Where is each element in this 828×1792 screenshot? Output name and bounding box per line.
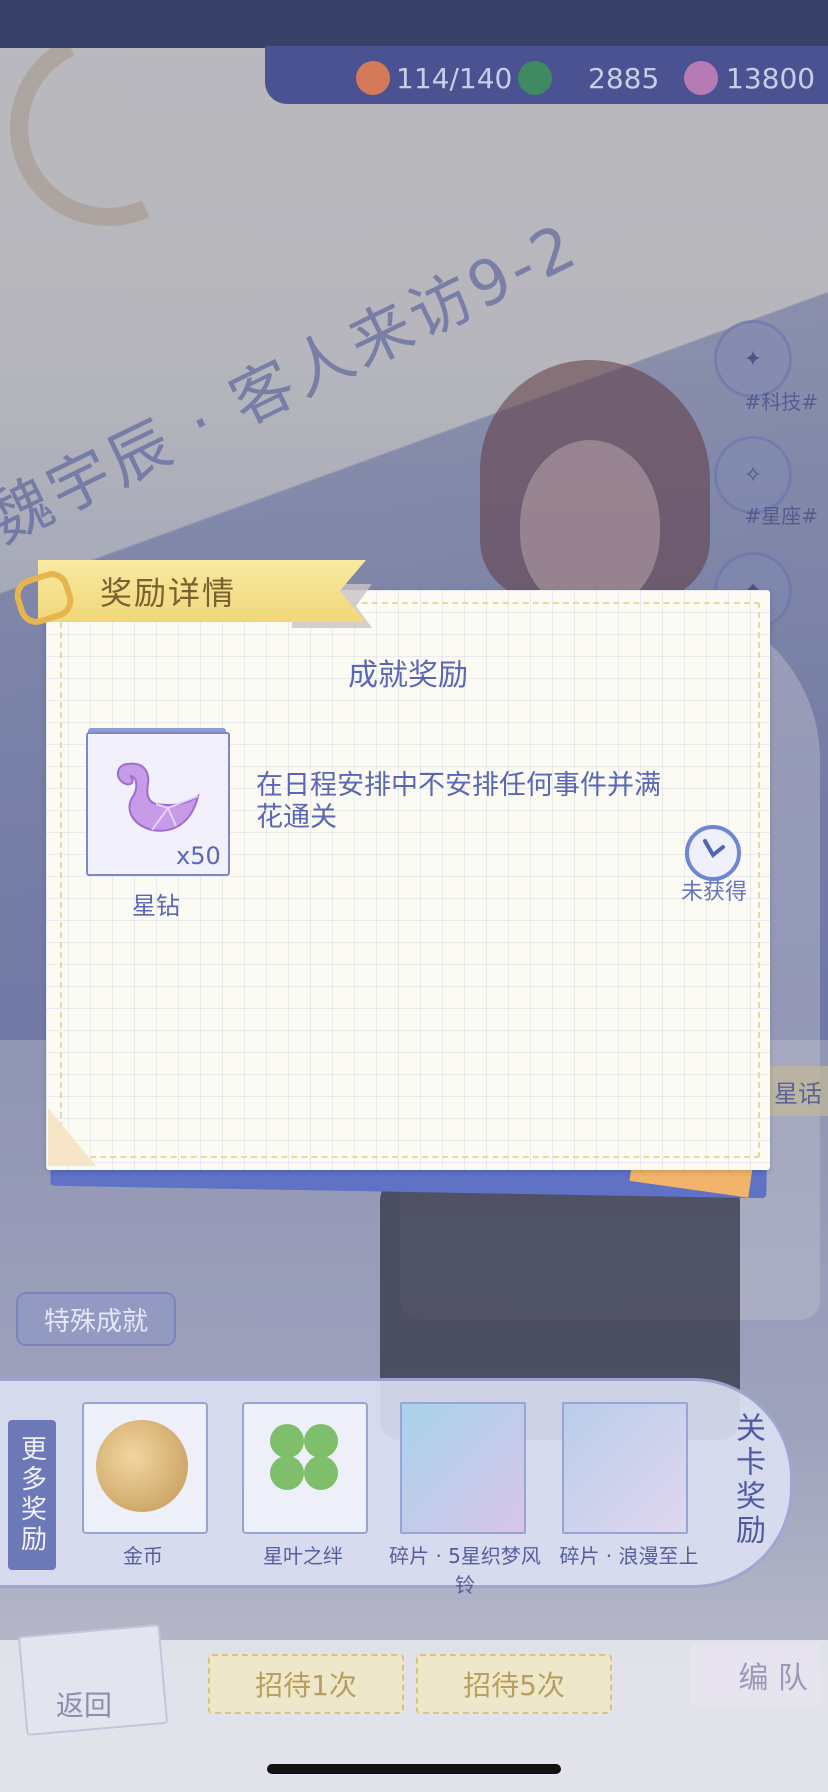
clover-icon — [518, 61, 552, 95]
back-label: 返回 — [56, 1689, 113, 1722]
stamina-value: 114/140 — [396, 61, 513, 95]
modal-title: 成就奖励 — [348, 658, 468, 693]
reward-label-shard-romance: 碎片 · 浪漫至上 — [559, 1544, 699, 1568]
team-button[interactable]: 编 队 — [690, 1644, 820, 1706]
leaf-resource[interactable]: 2885 — [518, 60, 659, 96]
reward-item-clover[interactable] — [242, 1402, 368, 1534]
status-bar — [0, 0, 828, 48]
reward-label-coin: 金币 — [123, 1544, 163, 1568]
diamond-icon — [684, 61, 718, 95]
diamond-value: 13800 — [726, 61, 816, 95]
ribbon-title: 奖励详情 — [100, 574, 237, 612]
recruit-once-button[interactable]: 招待1次 — [208, 1654, 404, 1714]
special-achievement-button[interactable]: 特殊成就 — [16, 1292, 176, 1346]
reward-name: 星钻 — [132, 892, 180, 920]
reward-quantity: x50 — [176, 842, 221, 870]
status-not-obtained: 未获得 — [680, 880, 747, 905]
recruit-five-button[interactable]: 招待5次 — [416, 1654, 612, 1714]
leaf-value: 2885 — [588, 61, 660, 95]
coin-icon — [96, 1420, 188, 1512]
stamina-icon — [356, 61, 390, 95]
achievement-description: 在日程安排中不安排任何事件并满花通关 — [256, 770, 661, 833]
more-rewards-tab[interactable]: 更多奖励 — [8, 1420, 56, 1570]
reward-item-shard-romance[interactable] — [562, 1402, 688, 1534]
diamond-resource[interactable]: 13800 — [684, 60, 815, 96]
reward-label-clover: 星叶之绊 — [263, 1544, 343, 1568]
reward-label-shard-windchime: 碎片 · 5星织梦风铃 — [389, 1544, 541, 1597]
swan-diamond-icon — [117, 762, 200, 832]
stamina-resource[interactable]: 114/140 — [356, 60, 512, 96]
reward-item-shard-windchime[interactable] — [400, 1402, 526, 1534]
home-indicator — [267, 1764, 561, 1774]
stage-rewards-label: 关卡奖励 — [730, 1412, 765, 1548]
